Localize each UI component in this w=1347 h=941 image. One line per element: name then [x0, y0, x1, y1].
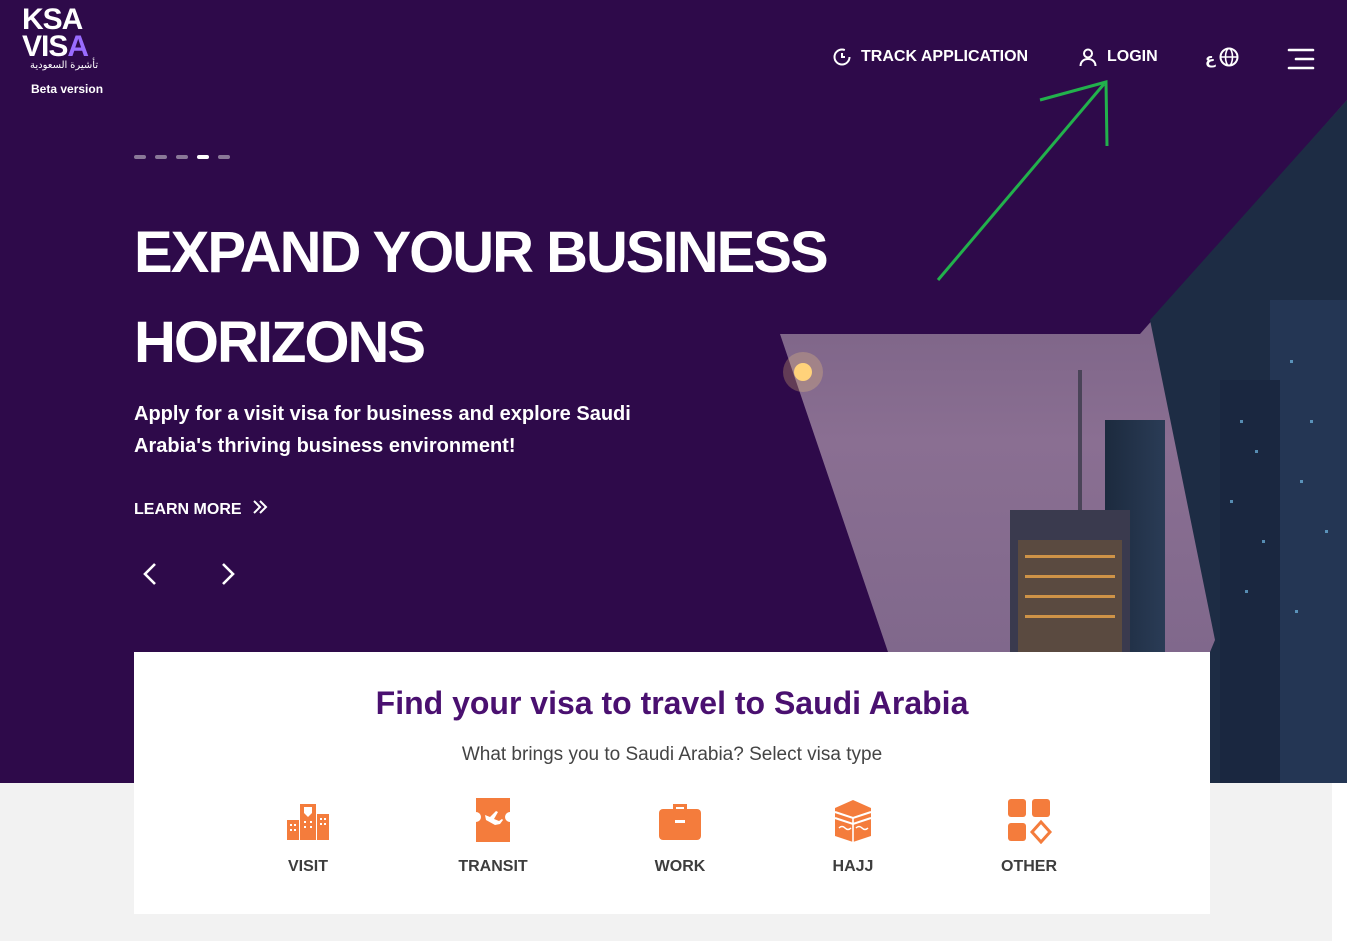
- double-chevron-right-icon: [252, 500, 268, 519]
- visa-type-label: VISIT: [287, 858, 328, 875]
- hero-subtext: Apply for a visit visa for business and …: [134, 403, 631, 457]
- buildings-icon: [284, 796, 332, 844]
- ksa-visa-logo[interactable]: KSA VISA تأشيرة السعودية Beta version: [22, 3, 112, 106]
- visa-type-label: WORK: [654, 858, 706, 875]
- menu-button[interactable]: [1287, 48, 1315, 74]
- briefcase-icon: [656, 796, 704, 844]
- track-application-label: TRACK APPLICATION: [861, 48, 1029, 65]
- logo-line1: KSA: [22, 3, 83, 36]
- slide-dot-active[interactable]: [197, 155, 209, 159]
- login-link[interactable]: LOGIN: [1078, 44, 1158, 70]
- chevron-left-icon: [143, 563, 156, 585]
- track-application-link[interactable]: TRACK APPLICATION: [832, 44, 1028, 70]
- page-edge: [1332, 783, 1347, 941]
- visa-type-label: TRANSIT: [458, 858, 528, 875]
- visa-type-label: OTHER: [1001, 858, 1057, 875]
- visa-finder-title: Find your visa to travel to Saudi Arabia: [375, 685, 969, 721]
- menu-icon: [1287, 48, 1315, 75]
- logo-arabic: تأشيرة السعودية: [30, 60, 99, 71]
- user-icon: [1078, 47, 1098, 67]
- visa-type-visit[interactable]: VISIT: [248, 796, 368, 876]
- globe-icon: [1219, 47, 1239, 67]
- chevron-right-icon: [222, 563, 235, 585]
- slide-dot[interactable]: [218, 155, 230, 159]
- visa-type-other[interactable]: OTHER: [969, 796, 1089, 876]
- language-switch[interactable]: ع: [1205, 44, 1248, 70]
- hero-headline: EXPAND YOUR BUSINESS HORIZONS: [134, 220, 829, 375]
- learn-more-link[interactable]: LEARN MORE: [134, 500, 268, 519]
- slide-dot[interactable]: [134, 155, 146, 159]
- visa-finder-card: Find your visa to travel to Saudi Arabia…: [134, 652, 1210, 914]
- next-slide-button[interactable]: [214, 562, 238, 586]
- slide-dot[interactable]: [176, 155, 188, 159]
- beta-label: Beta version: [31, 82, 104, 96]
- logo-line2: VISA: [22, 30, 89, 63]
- transit-ticket-icon: [469, 796, 517, 844]
- language-label: ع: [1205, 50, 1216, 68]
- previous-slide-button[interactable]: [140, 562, 164, 586]
- slide-indicators: [134, 155, 230, 159]
- visa-type-work[interactable]: WORK: [620, 796, 740, 876]
- kaaba-icon: [829, 796, 877, 844]
- visa-type-hajj[interactable]: HAJJ: [793, 796, 913, 876]
- slide-dot[interactable]: [155, 155, 167, 159]
- visa-type-label: HAJJ: [832, 858, 874, 875]
- grid-icon: [1005, 796, 1053, 845]
- login-label: LOGIN: [1107, 48, 1158, 65]
- clock-icon: [832, 47, 852, 67]
- visa-type-transit[interactable]: TRANSIT: [433, 796, 553, 876]
- visa-finder-subtitle: What brings you to Saudi Arabia? Select …: [461, 744, 883, 765]
- learn-more-label: LEARN MORE: [134, 500, 242, 518]
